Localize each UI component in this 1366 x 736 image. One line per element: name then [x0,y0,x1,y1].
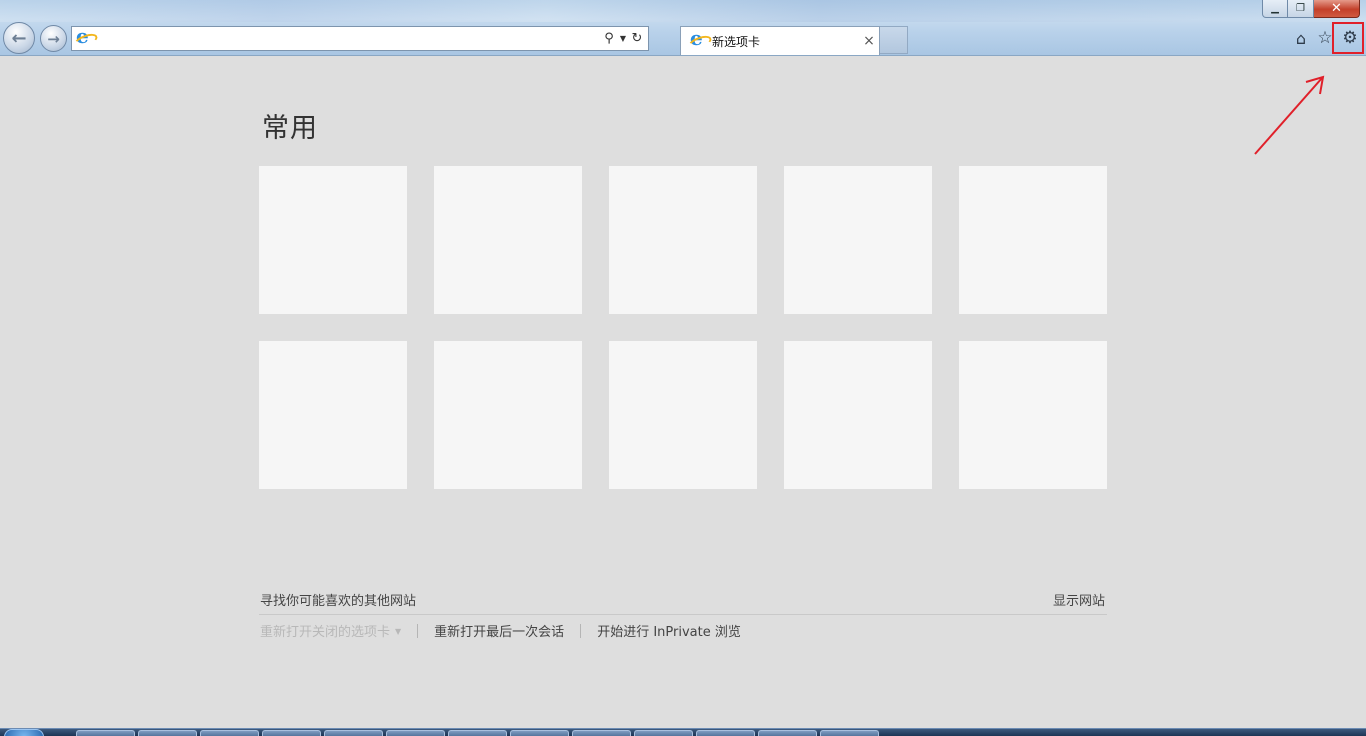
start-button[interactable] [4,729,44,736]
site-tile[interactable] [259,341,407,489]
reopen-closed-tabs-link[interactable]: 重新打开关闭的选项卡 ▼ [260,621,401,640]
reopen-closed-tabs-label: 重新打开关闭的选项卡 [260,625,391,640]
bottom-links: 重新打开关闭的选项卡 ▼ 重新打开最后一次会话 开始进行 InPrivate 浏览 [260,621,741,640]
window-controls: ▁ ❐ ✕ [1262,0,1360,18]
taskbar-button[interactable] [324,730,383,736]
taskbar-button[interactable] [76,730,135,736]
site-tile[interactable] [609,341,757,489]
tab-close-icon[interactable]: × [859,33,879,49]
link-separator [580,623,582,638]
taskbar-button[interactable] [634,730,693,736]
tab-label: 新选项卡 [712,34,761,49]
taskbar-button[interactable] [696,730,755,736]
page-title: 常用 [262,113,318,144]
taskbar-button[interactable] [572,730,631,736]
restore-button[interactable]: ❐ [1288,0,1314,18]
address-bar: ⚲ ▼ ↻ [71,26,649,51]
divider [259,614,1107,615]
site-tile[interactable] [259,166,407,314]
taskbar-button[interactable] [262,730,321,736]
reopen-last-session-link[interactable]: 重新打开最后一次会话 [434,621,564,640]
ie-page-icon [76,26,94,48]
taskbar-button[interactable] [200,730,259,736]
chevron-down-icon: ▼ [395,627,402,636]
link-separator [417,623,419,638]
start-inprivate-link[interactable]: 开始进行 InPrivate 浏览 [597,621,741,640]
taskbar-button[interactable] [758,730,817,736]
back-arrow-icon: ← [11,27,27,49]
annotation-arrow-icon [1254,75,1325,155]
taskbar-button[interactable] [138,730,197,736]
taskbar-button[interactable] [448,730,507,736]
site-tile[interactable] [784,166,932,314]
suggest-sites-link[interactable]: 寻找你可能喜欢的其他网站 [260,590,416,609]
refresh-icon[interactable]: ↻ [629,29,645,49]
close-button[interactable]: ✕ [1314,0,1360,18]
new-tab-button[interactable] [880,26,908,54]
taskbar-button[interactable] [510,730,569,736]
windows-taskbar [0,728,1366,736]
site-tile[interactable] [959,166,1107,314]
site-tile[interactable] [959,341,1107,489]
tools-highlight-box [1332,22,1364,54]
site-tile[interactable] [434,341,582,489]
forward-arrow-icon: → [47,29,60,48]
address-input[interactable] [94,27,601,50]
ie-tab-icon [690,28,708,50]
taskbar-button[interactable] [386,730,445,736]
back-button[interactable]: ← [3,22,35,54]
address-dropdown-icon[interactable]: ▼ [617,29,629,49]
show-sites-link[interactable]: 显示网站 [1053,590,1105,609]
tab-new-tab[interactable]: 新选项卡 × [680,26,880,55]
site-tile[interactable] [609,166,757,314]
frequent-sites-grid [259,166,1109,489]
search-icon[interactable]: ⚲ [601,29,617,49]
forward-button[interactable]: → [40,25,67,52]
site-tile[interactable] [434,166,582,314]
home-icon[interactable]: ⌂ [1291,28,1311,48]
taskbar-button[interactable] [820,730,879,736]
site-tile[interactable] [784,341,932,489]
minimize-button[interactable]: ▁ [1262,0,1288,18]
